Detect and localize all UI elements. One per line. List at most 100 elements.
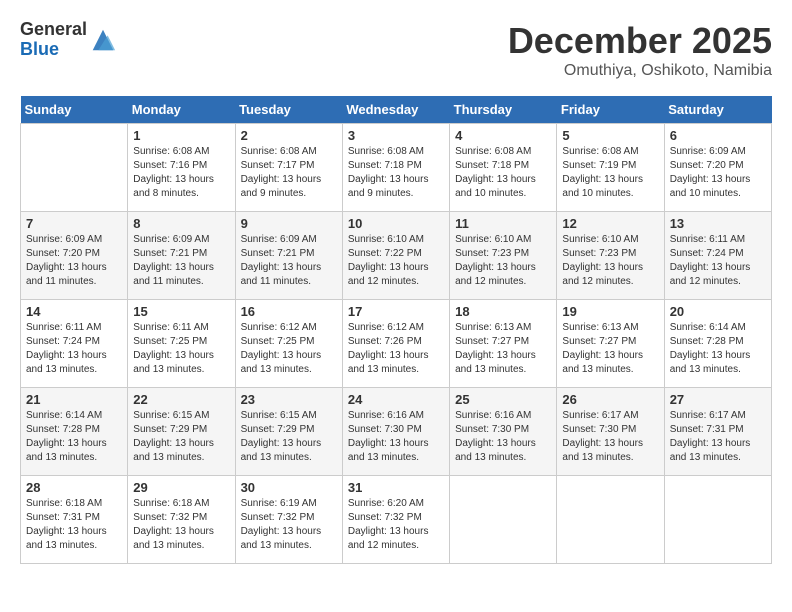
day-number: 12 <box>562 216 658 231</box>
calendar-cell: 11 Sunrise: 6:10 AMSunset: 7:23 PMDayligh… <box>450 212 557 300</box>
logo: General Blue <box>20 20 117 60</box>
calendar-cell: 30 Sunrise: 6:19 AMSunset: 7:32 PMDayligh… <box>235 476 342 564</box>
day-number: 3 <box>348 128 444 143</box>
calendar-cell <box>21 124 128 212</box>
calendar-cell: 15Sunrise: 6:11 AMSunset: 7:25 PMDayligh… <box>128 300 235 388</box>
calendar-cell: 29Sunrise: 6:18 AMSunset: 7:32 PMDayligh… <box>128 476 235 564</box>
calendar-cell: 4 Sunrise: 6:08 AMSunset: 7:18 PMDaylight… <box>450 124 557 212</box>
calendar-cell: 28Sunrise: 6:18 AMSunset: 7:31 PMDayligh… <box>21 476 128 564</box>
day-info: Sunrise: 6:15 AMSunset: 7:29 PMDaylight:… <box>241 409 337 465</box>
calendar-cell: 23 Sunrise: 6:15 AMSunset: 7:29 PMDayligh… <box>235 388 342 476</box>
day-number: 2 <box>241 128 337 143</box>
day-number: 17 <box>348 304 444 319</box>
calendar-cell: 31Sunrise: 6:20 AMSunset: 7:32 PMDayligh… <box>342 476 449 564</box>
week-row-3: 14 Sunrise: 6:11 AMSunset: 7:24 PMDayligh… <box>21 300 772 388</box>
location: Omuthiya, Oshikoto, Namibia <box>508 62 772 80</box>
col-header-friday: Friday <box>557 96 664 124</box>
day-number: 11 <box>455 216 551 231</box>
calendar-cell: 6 Sunrise: 6:09 AMSunset: 7:20 PMDaylight… <box>664 124 771 212</box>
day-number: 18 <box>455 304 551 319</box>
day-info: Sunrise: 6:12 AMSunset: 7:25 PMDaylight:… <box>241 321 337 377</box>
day-info: Sunrise: 6:14 AMSunset: 7:28 PMDaylight:… <box>670 321 766 377</box>
day-info: Sunrise: 6:10 AMSunset: 7:22 PMDaylight:… <box>348 233 444 289</box>
logo-blue: Blue <box>20 39 59 59</box>
day-info: Sunrise: 6:13 AMSunset: 7:27 PMDaylight:… <box>455 321 551 377</box>
day-info: Sunrise: 6:11 AMSunset: 7:25 PMDaylight:… <box>133 321 229 377</box>
day-info: Sunrise: 6:09 AMSunset: 7:20 PMDaylight:… <box>26 233 122 289</box>
title-block: December 2025 Omuthiya, Oshikoto, Namibi… <box>508 20 772 80</box>
day-info: Sunrise: 6:19 AMSunset: 7:32 PMDaylight:… <box>241 497 337 553</box>
day-info: Sunrise: 6:11 AMSunset: 7:24 PMDaylight:… <box>26 321 122 377</box>
day-number: 10 <box>348 216 444 231</box>
day-info: Sunrise: 6:16 AMSunset: 7:30 PMDaylight:… <box>455 409 551 465</box>
calendar-cell: 26Sunrise: 6:17 AMSunset: 7:30 PMDayligh… <box>557 388 664 476</box>
day-info: Sunrise: 6:08 AMSunset: 7:18 PMDaylight:… <box>348 145 444 201</box>
calendar-cell: 18 Sunrise: 6:13 AMSunset: 7:27 PMDayligh… <box>450 300 557 388</box>
calendar-cell <box>664 476 771 564</box>
day-info: Sunrise: 6:08 AMSunset: 7:18 PMDaylight:… <box>455 145 551 201</box>
day-number: 16 <box>241 304 337 319</box>
calendar-cell: 17Sunrise: 6:12 AMSunset: 7:26 PMDayligh… <box>342 300 449 388</box>
day-info: Sunrise: 6:10 AMSunset: 7:23 PMDaylight:… <box>562 233 658 289</box>
calendar-cell: 3 Sunrise: 6:08 AMSunset: 7:18 PMDaylight… <box>342 124 449 212</box>
day-number: 26 <box>562 392 658 407</box>
calendar-cell: 8 Sunrise: 6:09 AMSunset: 7:21 PMDaylight… <box>128 212 235 300</box>
week-row-5: 28Sunrise: 6:18 AMSunset: 7:31 PMDayligh… <box>21 476 772 564</box>
day-number: 1 <box>133 128 229 143</box>
day-info: Sunrise: 6:09 AMSunset: 7:21 PMDaylight:… <box>241 233 337 289</box>
col-header-sunday: Sunday <box>21 96 128 124</box>
calendar-cell: 24 Sunrise: 6:16 AMSunset: 7:30 PMDayligh… <box>342 388 449 476</box>
day-number: 8 <box>133 216 229 231</box>
month-title: December 2025 <box>508 20 772 62</box>
day-number: 29 <box>133 480 229 495</box>
week-row-2: 7 Sunrise: 6:09 AMSunset: 7:20 PMDaylight… <box>21 212 772 300</box>
logo-general: General <box>20 19 87 39</box>
day-number: 7 <box>26 216 122 231</box>
calendar-cell: 25Sunrise: 6:16 AMSunset: 7:30 PMDayligh… <box>450 388 557 476</box>
calendar-cell: 20 Sunrise: 6:14 AMSunset: 7:28 PMDayligh… <box>664 300 771 388</box>
calendar-cell: 13 Sunrise: 6:11 AMSunset: 7:24 PMDayligh… <box>664 212 771 300</box>
day-info: Sunrise: 6:10 AMSunset: 7:23 PMDaylight:… <box>455 233 551 289</box>
day-number: 30 <box>241 480 337 495</box>
day-info: Sunrise: 6:17 AMSunset: 7:31 PMDaylight:… <box>670 409 766 465</box>
calendar-cell: 9 Sunrise: 6:09 AMSunset: 7:21 PMDaylight… <box>235 212 342 300</box>
col-header-wednesday: Wednesday <box>342 96 449 124</box>
calendar-cell: 21 Sunrise: 6:14 AMSunset: 7:28 PMDayligh… <box>21 388 128 476</box>
calendar-cell: 16 Sunrise: 6:12 AMSunset: 7:25 PMDayligh… <box>235 300 342 388</box>
day-number: 9 <box>241 216 337 231</box>
day-number: 24 <box>348 392 444 407</box>
day-number: 13 <box>670 216 766 231</box>
day-info: Sunrise: 6:16 AMSunset: 7:30 PMDaylight:… <box>348 409 444 465</box>
day-info: Sunrise: 6:08 AMSunset: 7:16 PMDaylight:… <box>133 145 229 201</box>
day-number: 23 <box>241 392 337 407</box>
day-info: Sunrise: 6:08 AMSunset: 7:17 PMDaylight:… <box>241 145 337 201</box>
col-header-thursday: Thursday <box>450 96 557 124</box>
day-info: Sunrise: 6:14 AMSunset: 7:28 PMDaylight:… <box>26 409 122 465</box>
logo-icon <box>89 26 117 54</box>
day-info: Sunrise: 6:18 AMSunset: 7:31 PMDaylight:… <box>26 497 122 553</box>
day-number: 6 <box>670 128 766 143</box>
day-info: Sunrise: 6:15 AMSunset: 7:29 PMDaylight:… <box>133 409 229 465</box>
week-row-1: 1 Sunrise: 6:08 AMSunset: 7:16 PMDaylight… <box>21 124 772 212</box>
calendar-cell <box>450 476 557 564</box>
calendar-table: SundayMondayTuesdayWednesdayThursdayFrid… <box>20 96 772 564</box>
calendar-cell: 2 Sunrise: 6:08 AMSunset: 7:17 PMDaylight… <box>235 124 342 212</box>
page-header: General Blue December 2025 Omuthiya, Osh… <box>20 20 772 80</box>
day-number: 21 <box>26 392 122 407</box>
calendar-cell: 27 Sunrise: 6:17 AMSunset: 7:31 PMDayligh… <box>664 388 771 476</box>
calendar-cell: 7 Sunrise: 6:09 AMSunset: 7:20 PMDaylight… <box>21 212 128 300</box>
day-number: 20 <box>670 304 766 319</box>
day-number: 4 <box>455 128 551 143</box>
day-info: Sunrise: 6:09 AMSunset: 7:20 PMDaylight:… <box>670 145 766 201</box>
day-info: Sunrise: 6:09 AMSunset: 7:21 PMDaylight:… <box>133 233 229 289</box>
day-number: 27 <box>670 392 766 407</box>
col-header-tuesday: Tuesday <box>235 96 342 124</box>
week-row-4: 21 Sunrise: 6:14 AMSunset: 7:28 PMDayligh… <box>21 388 772 476</box>
col-header-monday: Monday <box>128 96 235 124</box>
day-number: 19 <box>562 304 658 319</box>
day-info: Sunrise: 6:11 AMSunset: 7:24 PMDaylight:… <box>670 233 766 289</box>
day-number: 5 <box>562 128 658 143</box>
calendar-cell: 1 Sunrise: 6:08 AMSunset: 7:16 PMDaylight… <box>128 124 235 212</box>
calendar-cell: 22Sunrise: 6:15 AMSunset: 7:29 PMDayligh… <box>128 388 235 476</box>
day-number: 14 <box>26 304 122 319</box>
